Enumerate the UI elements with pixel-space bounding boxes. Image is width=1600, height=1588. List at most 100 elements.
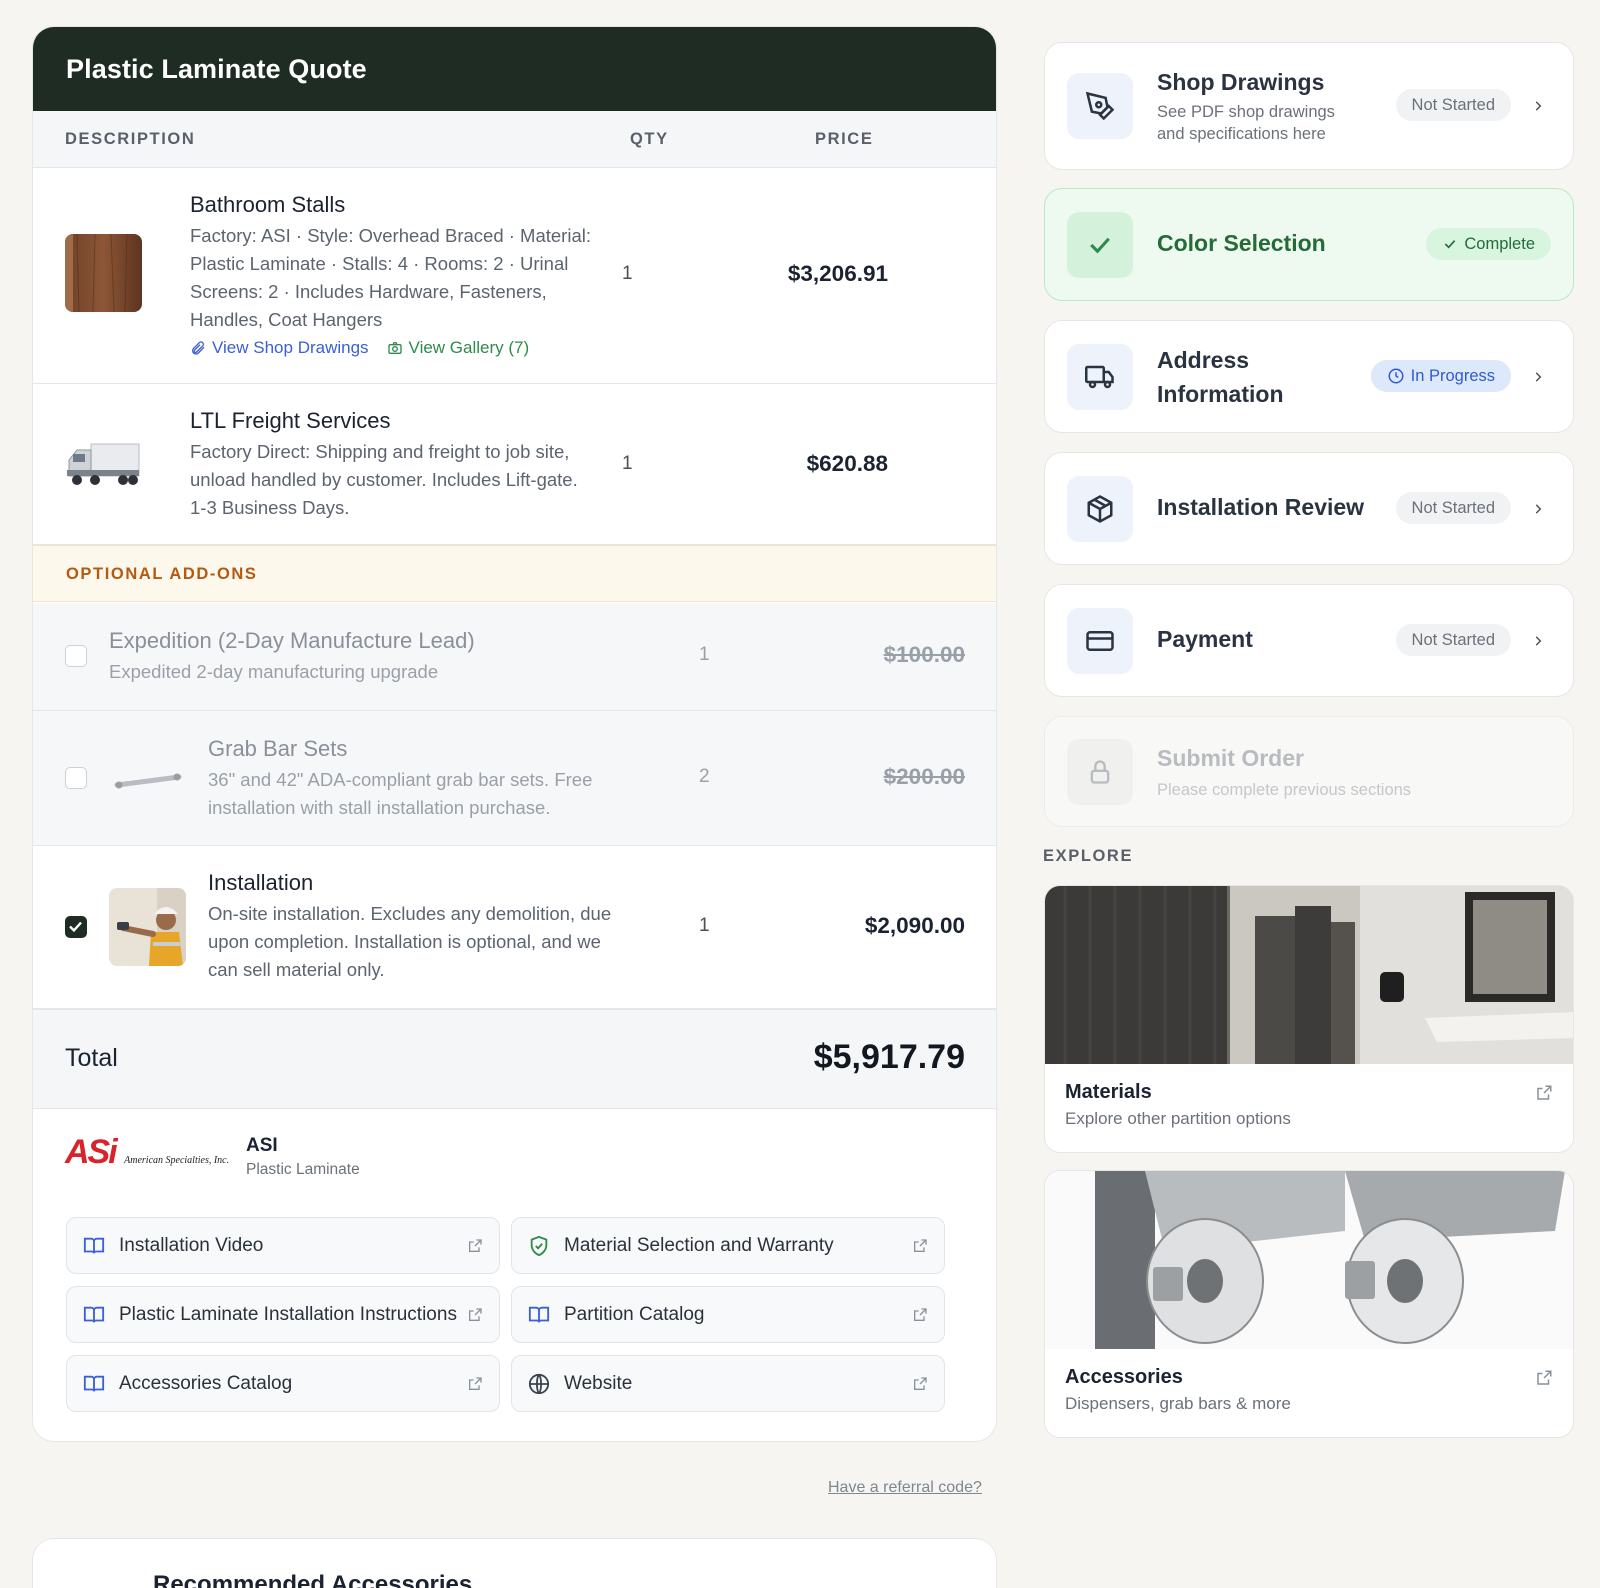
check-icon [1090, 237, 1110, 254]
addon-row[interactable]: Grab Bar Sets 36" and 42" ADA-compliant … [33, 711, 996, 846]
step-address-information[interactable]: Address Information In Progress [1044, 320, 1574, 433]
resource-installation-instructions[interactable]: Plastic Laminate Installation Instructio… [66, 1286, 500, 1343]
vendor-name: ASI [246, 1135, 278, 1156]
view-gallery-link[interactable]: View Gallery (7) [387, 338, 530, 358]
step-icon-box [1067, 739, 1133, 805]
explore-card-subtitle: Dispensers, grab bars & more [1065, 1394, 1291, 1413]
addon-price: $100.00 [883, 642, 965, 667]
external-link-icon [914, 1307, 927, 1321]
addon-description: On-site installation. Excludes any demol… [208, 903, 612, 980]
external-link-icon [914, 1376, 927, 1390]
addon-qty: 1 [699, 644, 710, 665]
resource-label: Accessories Catalog [119, 1372, 293, 1394]
status-badge: In Progress [1370, 360, 1511, 392]
camera-icon [387, 342, 402, 354]
total-row: Total $5,917.79 [33, 1009, 996, 1109]
explore-card-accessories[interactable]: Accessories Dispensers, grab bars & more [1044, 1170, 1574, 1438]
step-subtitle: See PDF shop drawings and specifications… [1157, 103, 1335, 143]
step-payment[interactable]: Payment Not Started [1044, 584, 1574, 697]
external-link-icon [1537, 1370, 1552, 1385]
truck-icon [1085, 365, 1114, 389]
step-installation-review[interactable]: Installation Review Not Started [1044, 452, 1574, 565]
status-badge-label: In Progress [1410, 366, 1495, 385]
step-title: Address Information [1157, 347, 1284, 407]
view-shop-drawings-link[interactable]: View Shop Drawings [190, 338, 369, 358]
resource-label: Plastic Laminate Installation Instructio… [119, 1303, 457, 1325]
line-item: Bathroom Stalls Factory: ASI · Style: Ov… [33, 168, 996, 384]
external-link-icon [1537, 1085, 1552, 1100]
external-link-icon [469, 1307, 482, 1321]
referral-code-link[interactable]: Have a referral code? [828, 1479, 982, 1497]
paperclip-icon [192, 341, 205, 355]
item-price: $3,206.91 [787, 261, 888, 286]
step-color-selection[interactable]: Color Selection Complete [1044, 188, 1574, 301]
shield-check-icon [530, 1235, 548, 1256]
col-price: PRICE [815, 130, 874, 148]
pen-tool-icon [1085, 91, 1115, 121]
resource-label: Partition Catalog [564, 1303, 705, 1325]
quote-header: Plastic Laminate Quote [33, 27, 996, 111]
truck-image [65, 430, 142, 500]
explore-card-subtitle: Explore other partition options [1065, 1109, 1291, 1128]
status-badge: Not Started [1395, 492, 1511, 524]
resource-website[interactable]: Website [511, 1355, 945, 1412]
vendor-logo: ASi American Specialties, Inc. [65, 1133, 235, 1171]
addon-qty: 2 [699, 766, 710, 787]
book-icon [83, 1375, 105, 1392]
quote-title: Plastic Laminate Quote [66, 53, 367, 84]
column-header: DESCRIPTION QTY PRICE [33, 111, 996, 168]
book-icon [83, 1306, 105, 1323]
external-link-icon [914, 1238, 927, 1252]
optional-addons-header: OPTIONAL ADD-ONS [33, 545, 996, 602]
item-links: View Shop Drawings View Gallery (7) [190, 338, 529, 358]
step-shop-drawings[interactable]: Shop Drawings See PDF shop drawings and … [1044, 42, 1574, 170]
addon-title: Grab Bar Sets [208, 736, 348, 761]
recommended-accessories-card: Recommended Accessories [32, 1538, 997, 1588]
step-title: Installation Review [1157, 494, 1365, 520]
addon-qty: 1 [699, 915, 710, 936]
vendor-logo-text: American Specialties, Inc. [124, 1155, 230, 1166]
chevron-right-icon [1535, 636, 1542, 646]
status-badge: Not Started [1395, 89, 1511, 121]
vendor-logo-mark: ASi [65, 1133, 118, 1171]
item-title: Bathroom Stalls [190, 192, 346, 217]
resource-label: Website [564, 1372, 633, 1394]
grab-bar-image [109, 741, 186, 816]
resource-partition-catalog[interactable]: Partition Catalog [511, 1286, 945, 1343]
explore-card-materials[interactable]: Materials Explore other partition option… [1044, 885, 1574, 1153]
resource-accessories-catalog[interactable]: Accessories Catalog [66, 1355, 500, 1412]
item-title: LTL Freight Services [190, 408, 391, 433]
total-label: Total [65, 1044, 118, 1072]
explore-label: EXPLORE [1043, 847, 1134, 865]
view-gallery-label: View Gallery (7) [408, 338, 530, 357]
materials-image [1045, 886, 1573, 1064]
resource-material-warranty[interactable]: Material Selection and Warranty [511, 1217, 945, 1274]
book-icon [528, 1306, 550, 1323]
addon-title: Expedition (2-Day Manufacture Lead) [109, 628, 475, 653]
step-title: Payment [1157, 626, 1253, 652]
addon-row[interactable]: Expedition (2-Day Manufacture Lead) Expe… [33, 603, 996, 711]
resource-label: Material Selection and Warranty [564, 1234, 834, 1256]
step-subtitle: Please complete previous sections [1157, 781, 1412, 799]
addon-checkbox[interactable] [65, 645, 87, 667]
status-badge: Complete [1426, 228, 1551, 260]
total-value: $5,917.79 [813, 1038, 965, 1076]
addon-row[interactable]: Installation On-site installation. Exclu… [33, 846, 996, 1009]
addon-description: 36" and 42" ADA-compliant grab bar sets.… [208, 769, 593, 818]
line-item: LTL Freight Services Factory Direct: Shi… [33, 384, 996, 545]
installer-image [109, 888, 186, 966]
addon-description: Expedited 2-day manufacturing upgrade [109, 661, 439, 682]
resource-installation-video[interactable]: Installation Video [66, 1217, 500, 1274]
addon-checkbox[interactable] [65, 916, 87, 938]
addon-checkbox[interactable] [65, 767, 87, 789]
step-icon-box [1067, 73, 1133, 139]
check-icon [1445, 240, 1456, 249]
globe-icon [528, 1373, 550, 1394]
status-badge: Not Started [1395, 624, 1511, 656]
step-icon-box [1067, 476, 1133, 542]
col-qty: QTY [630, 130, 669, 148]
step-title: Shop Drawings [1157, 69, 1325, 95]
quote-card: Plastic Laminate Quote DESCRIPTION QTY P… [32, 26, 997, 1442]
package-icon [1087, 495, 1113, 523]
chevron-right-icon [1535, 504, 1542, 514]
